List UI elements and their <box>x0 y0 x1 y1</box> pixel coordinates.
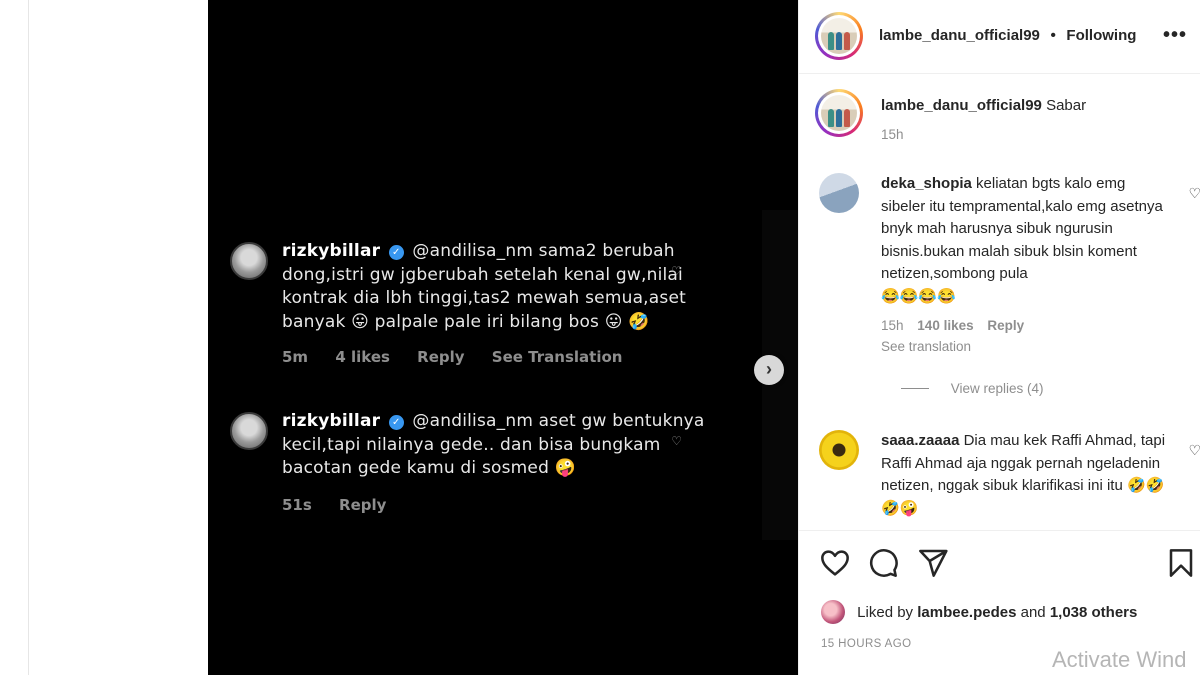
liked-by-others[interactable]: 1,038 others <box>1050 604 1138 621</box>
emoji-zany: 🤪 <box>554 458 577 478</box>
view-replies-button[interactable]: View replies (4) <box>901 381 1044 396</box>
media-comment-meta: 51s Reply <box>282 496 408 514</box>
liked-by-prefix: Liked by <box>857 604 914 621</box>
next-slide-button[interactable]: › <box>754 355 784 385</box>
media-heart-icon: ♡ <box>671 264 682 278</box>
heart-icon[interactable]: ♡ <box>1188 185 1200 202</box>
heart-icon[interactable] <box>819 547 851 579</box>
commenter-avatar[interactable] <box>819 430 859 470</box>
media-comment-reply: Reply <box>339 496 387 514</box>
commenter-avatar <box>230 242 268 280</box>
post-timestamp: 15 HOURS AGO <box>821 638 912 650</box>
caption-username[interactable]: lambe_danu_official99 <box>881 97 1042 114</box>
following-button[interactable]: Following <box>1066 27 1136 44</box>
media-comment-tail: palpale pale iri bilang bos <box>374 311 600 332</box>
liked-by-and: and <box>1020 604 1046 621</box>
media-comment-likes: 4 likes <box>335 348 390 366</box>
media-comment-username: rizkybillar <box>282 411 381 431</box>
chevron-right-icon: › <box>766 359 772 379</box>
caption-text: lambe_danu_official99 Sabar <box>881 95 1171 118</box>
comment-likes[interactable]: 140 likes <box>917 318 973 333</box>
comment-username[interactable]: saaa.zaaaa <box>881 432 959 449</box>
header-username[interactable]: lambe_danu_official99 <box>879 27 1040 44</box>
comment-meta: 15h 140 likes Reply <box>881 318 1034 333</box>
media-comment-meta: 5m 4 likes Reply See Translation <box>282 348 644 366</box>
comment-icon[interactable] <box>867 547 899 579</box>
caption-avatar[interactable] <box>815 89 863 137</box>
see-translation-link[interactable]: See translation <box>881 339 971 354</box>
post-side-panel: lambe_danu_official99 • Following ••• la… <box>798 0 1200 675</box>
activate-windows-watermark: Activate Wind <box>1052 647 1187 672</box>
caption-body: Sabar <box>1046 97 1087 114</box>
comment-username[interactable]: deka_shopia <box>881 175 972 192</box>
media-comment-reply: Reply <box>417 348 465 366</box>
header-separator: • <box>1050 27 1056 44</box>
media-heart-icon: ♡ <box>671 434 682 448</box>
liker-avatar[interactable] <box>821 600 845 624</box>
emoji-tongue: 😛 <box>351 311 370 332</box>
liked-by-line: Liked by lambee.pedes and 1,038 others <box>821 600 1137 624</box>
author-avatar[interactable] <box>815 12 863 60</box>
media-comment-see-translation: See Translation <box>491 348 623 366</box>
page-divider <box>28 0 29 675</box>
view-replies-label: View replies (4) <box>950 381 1044 396</box>
commenter-avatar <box>230 412 268 450</box>
verified-badge-icon: ✓ <box>388 245 404 260</box>
caption-time: 15h <box>881 127 904 142</box>
post-media[interactable]: rizkybillar ✓ @andilisa_nm sama2 berubah… <box>208 0 798 675</box>
header-user-line: lambe_danu_official99 • Following <box>879 27 1136 45</box>
verified-badge-icon: ✓ <box>388 415 404 430</box>
heart-icon[interactable]: ♡ <box>1188 442 1200 459</box>
comment-time: 15h <box>881 318 904 333</box>
media-comment-body: rizkybillar ✓ @andilisa_nm aset gw bentu… <box>282 410 732 481</box>
post-actions <box>799 530 1200 590</box>
media-comment-body: rizkybillar ✓ @andilisa_nm sama2 berubah… <box>282 240 732 334</box>
media-comment-time: 51s <box>282 496 312 514</box>
comment-text: deka_shopia keliatan bgts kalo emg sibel… <box>881 173 1171 308</box>
more-icon[interactable]: ••• <box>1163 24 1187 47</box>
comment-reply[interactable]: Reply <box>987 318 1024 333</box>
comment-emojis: 😂😂😂😂 <box>881 287 956 305</box>
liked-by-user[interactable]: lambee.pedes <box>917 604 1016 621</box>
bookmark-icon[interactable] <box>1165 547 1197 579</box>
commenter-avatar[interactable] <box>819 173 859 213</box>
page-background-left <box>0 0 208 675</box>
post-header: lambe_danu_official99 • Following ••• <box>799 0 1200 74</box>
replies-divider <box>901 388 929 389</box>
emoji-group: 😛 🤣 <box>604 311 650 332</box>
comments-list[interactable]: lambe_danu_official99 Sabar 15h deka_sho… <box>799 75 1200 530</box>
comment-text: saaa.zaaaa Dia mau kek Raffi Ahmad, tapi… <box>881 430 1171 520</box>
media-comment-time: 5m <box>282 348 309 366</box>
media-comment-username: rizkybillar <box>282 241 381 261</box>
share-icon[interactable] <box>917 547 949 579</box>
